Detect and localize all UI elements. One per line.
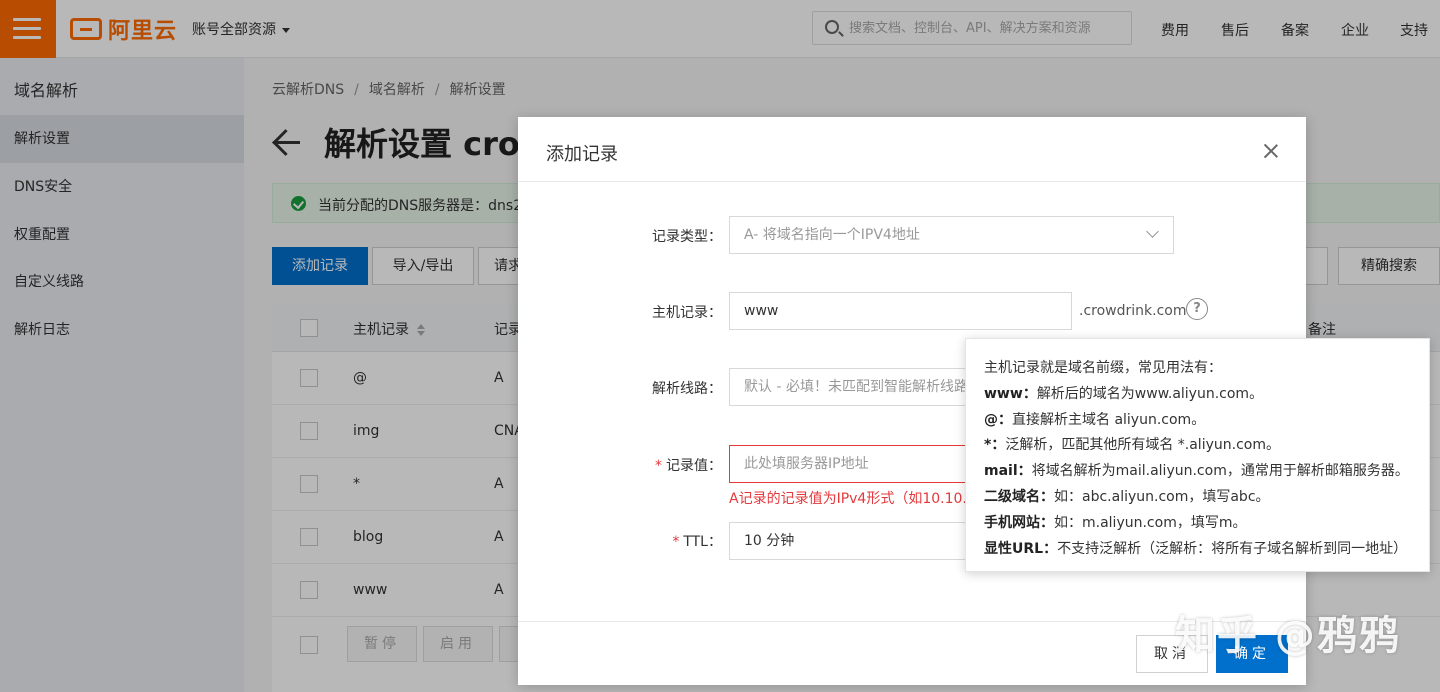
close-icon[interactable] [1262,142,1280,160]
tooltip-line: 手机网站：如：m.aliyun.com，填写m。 [984,515,1247,531]
tooltip-line: mail：将域名解析为mail.aliyun.com，通常用于解析邮箱服务器。 [984,463,1409,479]
record-value-label: * 记录值： [655,458,722,474]
host-record-input[interactable] [729,292,1072,330]
record-type-select[interactable]: A- 将域名指向一个IPV4地址 [729,216,1174,254]
host-record-help-tooltip: 主机记录就是域名前缀，常见用法有： www：解析后的域名为www.aliyun.… [965,338,1430,572]
host-record-label: 主机记录： [652,305,722,321]
tooltip-intro: 主机记录就是域名前缀，常见用法有： [984,360,1222,376]
zhihu-watermark: 知乎 @鸦鸦 [1175,613,1401,659]
record-type-value: A- 将域名指向一个IPV4地址 [744,227,920,243]
tooltip-line: 二级域名：如：abc.aliyun.com，填写abc。 [984,489,1270,505]
dialog-title: 添加记录 [546,144,618,165]
help-question-icon[interactable]: ? [1186,298,1208,320]
record-value-error: A记录的记录值为IPv4形式（如10.10.1 [729,491,976,507]
line-label: 解析线路： [652,381,722,397]
dialog-header: 添加记录 [518,117,1306,182]
ttl-label: * TTL： [672,534,722,550]
tooltip-line: www：解析后的域名为www.aliyun.com。 [984,386,1264,402]
tooltip-line: *：泛解析，匹配其他所有域名 *.aliyun.com。 [984,437,1280,453]
tooltip-line: 显性URL：不支持泛解析（泛解析：将所有子域名解析到同一地址） [984,541,1408,557]
tooltip-line: @：直接解析主域名 aliyun.com。 [984,412,1206,428]
chevron-down-icon [1146,225,1159,238]
domain-suffix: .crowdrink.com [1079,303,1187,319]
record-type-label: 记录类型： [652,229,722,245]
ttl-value: 10 分钟 [744,533,795,549]
